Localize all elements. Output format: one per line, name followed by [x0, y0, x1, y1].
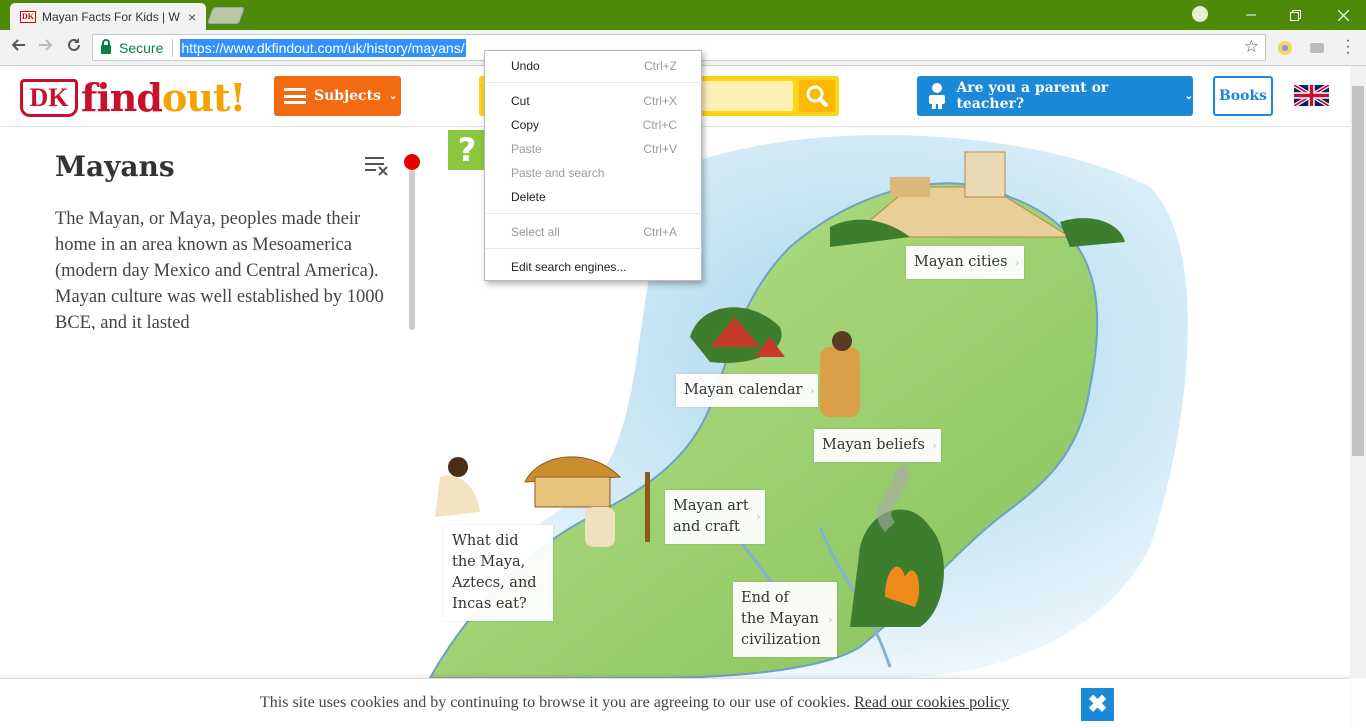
page-scrollbar[interactable] — [1350, 66, 1366, 678]
chevron-right-icon: › — [1014, 255, 1020, 269]
reload-icon[interactable] — [62, 36, 86, 60]
page-scrollbar-thumb[interactable] — [1352, 86, 1364, 456]
search-button[interactable] — [799, 80, 835, 112]
menu-item-label: Delete — [511, 190, 546, 204]
map-label-mayan-cities[interactable]: Mayan cities › — [906, 246, 1024, 279]
extension-icon-2[interactable] — [1308, 39, 1326, 57]
menu-item-delete[interactable]: Delete — [485, 186, 701, 208]
secure-label: Secure — [119, 39, 164, 56]
extension-icon[interactable] — [1276, 39, 1294, 57]
map-label-line: Incas eat? — [452, 596, 527, 612]
chevron-right-icon: › — [932, 438, 937, 452]
menu-item-cut[interactable]: Cut Ctrl+X — [485, 90, 701, 112]
cookie-close-button[interactable]: ✖ — [1081, 688, 1114, 721]
map-label-line: civilization — [741, 632, 821, 648]
context-menu: Undo Ctrl+Z Cut Ctrl+X Copy Ctrl+C Paste… — [484, 50, 702, 281]
parent-teacher-button[interactable]: Are you a parent or teacher? ⌄ — [917, 76, 1193, 116]
menu-item-shortcut: Ctrl+X — [643, 94, 677, 108]
window-close-icon[interactable] — [1320, 0, 1366, 30]
map-label-line: and craft — [673, 519, 740, 535]
tab-title: Mayan Facts For Kids | W — [42, 9, 180, 24]
logo-out-text: out! — [161, 75, 246, 120]
cookie-message: This site uses cookies and by continuing… — [260, 694, 1009, 712]
restore-icon[interactable] — [1272, 0, 1318, 30]
uk-flag-icon[interactable] — [1294, 85, 1329, 106]
close-text-panel-icon[interactable] — [364, 154, 390, 178]
logo-find-text: find — [81, 75, 163, 120]
cookie-policy-link[interactable]: Read our cookies policy — [854, 694, 1009, 711]
profile-icon[interactable] — [1192, 6, 1208, 22]
chevron-down-icon: ⌄ — [1184, 90, 1193, 102]
forward-arrow-icon[interactable] — [34, 36, 58, 60]
menu-item-shortcut: Ctrl+C — [642, 118, 677, 132]
browser-tab[interactable]: DK Mayan Facts For Kids | W × — [10, 3, 206, 30]
person-icon — [929, 83, 945, 109]
menu-item-shortcut: Ctrl+V — [643, 142, 677, 156]
search-icon — [806, 85, 828, 107]
cookie-banner: This site uses cookies and by continuing… — [0, 678, 1350, 728]
menu-item-shortcut: Ctrl+A — [643, 225, 677, 239]
map-label-line: What did — [452, 533, 519, 549]
chevron-right-icon: › — [809, 383, 815, 397]
menu-item-label: Copy — [511, 118, 540, 132]
menu-separator — [486, 82, 702, 83]
map-label-mayan-beliefs[interactable]: Mayan beliefs › — [814, 429, 941, 462]
menu-item-label: Paste — [511, 142, 542, 156]
new-tab-button[interactable] — [206, 7, 246, 24]
back-arrow-icon[interactable] — [6, 36, 30, 60]
chrome-menu-icon[interactable]: · · · — [1344, 33, 1352, 61]
hamburger-icon — [284, 88, 306, 104]
menu-item-undo[interactable]: Undo Ctrl+Z — [485, 55, 701, 77]
menu-separator — [486, 248, 702, 249]
omnibox-divider — [172, 38, 174, 57]
subjects-button[interactable]: Subjects ⌄ — [274, 76, 401, 116]
map-label-text: Mayan cities — [914, 254, 1008, 270]
menu-item-select-all[interactable]: Select all Ctrl+A — [485, 221, 701, 243]
cookie-text: This site uses cookies and by continuing… — [260, 694, 851, 711]
menu-item-label: Paste and search — [511, 166, 605, 180]
dk-logo-mark: DK — [20, 78, 78, 117]
menu-item-label: Undo — [511, 59, 540, 73]
parent-teacher-label: Are you a parent or teacher? — [956, 80, 1109, 112]
subjects-label: Subjects — [314, 88, 381, 104]
menu-separator — [486, 213, 702, 214]
map-label-end-of-civilization[interactable]: End of the Mayan civilization › — [733, 582, 837, 657]
dkfindout-logo[interactable]: DK findout! — [20, 75, 246, 120]
logo-wordmark: findout! — [81, 75, 246, 120]
map-label-line: the Mayan — [741, 611, 820, 627]
map-label-text: Mayan calendar — [684, 382, 803, 398]
map-label-line: End of — [741, 590, 789, 606]
books-button[interactable]: Books — [1213, 76, 1273, 116]
dk-favicon-icon: DK — [20, 10, 36, 23]
menu-item-label: Cut — [511, 94, 530, 108]
page-title: Mayans — [55, 150, 175, 183]
chevron-down-icon: ⌄ — [388, 90, 398, 102]
map-label-food[interactable]: What did the Maya, Aztecs, and Incas eat… — [444, 525, 553, 621]
search-input[interactable] — [689, 81, 793, 111]
map-label-line: Aztecs, and — [452, 575, 537, 591]
bookmark-star-icon[interactable]: ☆ — [1244, 37, 1259, 57]
url-text[interactable]: https://www.dkfindout.com/uk/history/may… — [180, 38, 466, 57]
menu-item-shortcut: Ctrl+Z — [644, 59, 677, 73]
minimize-icon[interactable] — [1228, 0, 1274, 30]
map-label-mayan-calendar[interactable]: Mayan calendar › — [676, 374, 819, 407]
chevron-right-icon: › — [827, 612, 833, 626]
map-label-line: the Maya, — [452, 554, 526, 570]
intro-text: The Mayan, or Maya, peoples made their h… — [55, 209, 384, 330]
tab-strip: DK Mayan Facts For Kids | W × — [0, 0, 1366, 30]
chevron-right-icon: › — [755, 509, 761, 524]
map-label-line: Mayan art — [673, 498, 749, 514]
map-label-text: Mayan beliefs — [822, 437, 925, 453]
map-label-mayan-art[interactable]: Mayan art and craft › — [665, 490, 765, 544]
menu-item-label: Edit search engines... — [511, 260, 627, 274]
menu-item-label: Select all — [511, 225, 560, 239]
tab-close-icon[interactable]: × — [188, 9, 196, 25]
lock-icon — [101, 39, 111, 54]
menu-item-edit-search-engines[interactable]: Edit search engines... — [485, 256, 701, 278]
menu-item-paste-and-search[interactable]: Paste and search — [485, 162, 701, 184]
menu-item-copy[interactable]: Copy Ctrl+C — [485, 114, 701, 136]
menu-item-paste[interactable]: Paste Ctrl+V — [485, 138, 701, 160]
